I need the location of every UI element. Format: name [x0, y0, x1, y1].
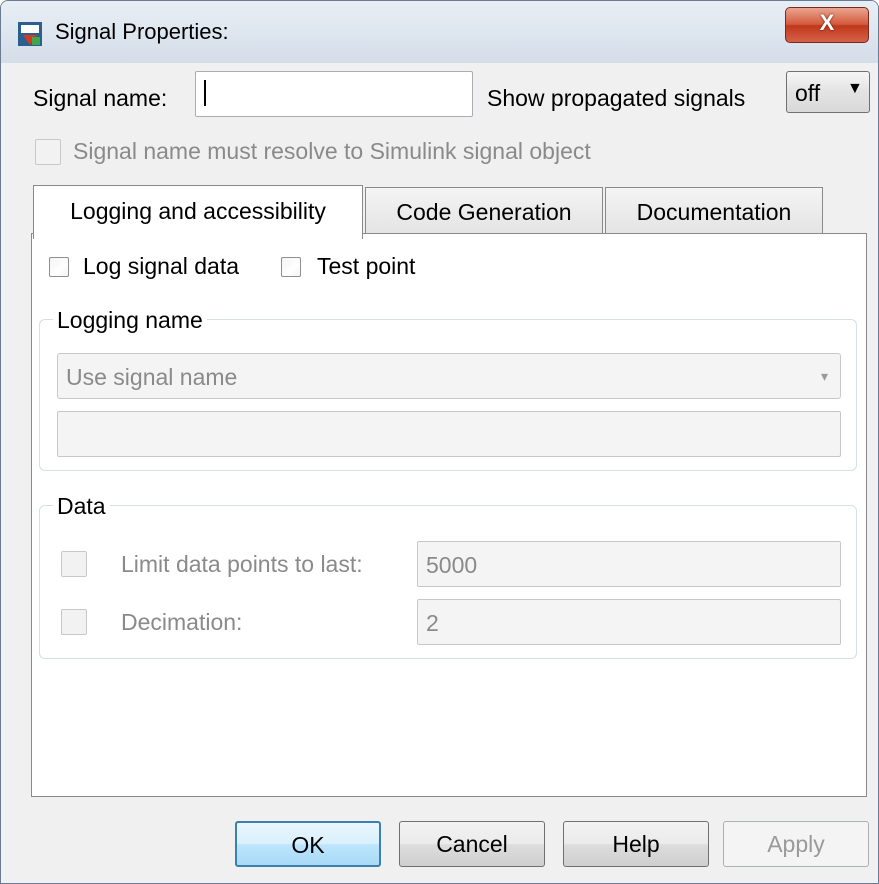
- show-propagated-select[interactable]: off ▼: [786, 71, 870, 113]
- chevron-down-icon: ▼: [847, 80, 863, 97]
- window-title: Signal Properties:: [55, 19, 229, 44]
- logging-name-mode-value: Use signal name: [66, 364, 238, 390]
- decimation-field[interactable]: 2: [417, 599, 841, 645]
- resolve-signal-object-label: Signal name must resolve to Simulink sig…: [73, 138, 591, 164]
- signal-properties-dialog: Signal Properties: X Signal name: Show p…: [0, 0, 879, 884]
- limit-data-points-label: Limit data points to last:: [121, 551, 363, 577]
- signal-name-input[interactable]: [195, 71, 473, 117]
- logging-name-group-label: Logging name: [53, 307, 207, 334]
- simulink-app-icon: [18, 22, 42, 46]
- limit-data-points-checkbox[interactable]: [61, 551, 87, 577]
- show-propagated-value: off: [795, 80, 821, 106]
- log-signal-data-label: Log signal data: [83, 253, 240, 279]
- limit-data-points-field[interactable]: 5000: [417, 541, 841, 587]
- decimation-checkbox[interactable]: [61, 609, 87, 635]
- data-group-label: Data: [53, 493, 110, 520]
- ok-button[interactable]: OK: [235, 821, 381, 867]
- help-button[interactable]: Help: [563, 821, 709, 867]
- decimation-label: Decimation:: [121, 609, 243, 635]
- test-point-label: Test point: [317, 253, 416, 279]
- logging-name-field[interactable]: [57, 411, 841, 457]
- text-caret: [204, 80, 206, 106]
- signal-name-label: Signal name:: [33, 85, 168, 111]
- logging-name-mode-select[interactable]: Use signal name ▾: [57, 353, 841, 399]
- title-bar[interactable]: Signal Properties: X: [1, 1, 878, 63]
- tab-logging-and-accessibility[interactable]: Logging and accessibility: [33, 185, 363, 239]
- close-icon: X: [819, 10, 835, 35]
- cancel-button[interactable]: Cancel: [399, 821, 545, 867]
- close-button[interactable]: X: [785, 7, 869, 43]
- tab-code-generation[interactable]: Code Generation: [365, 187, 603, 233]
- tab-documentation[interactable]: Documentation: [605, 187, 823, 233]
- apply-button[interactable]: Apply: [723, 821, 869, 867]
- log-signal-data-checkbox[interactable]: [49, 257, 69, 277]
- show-propagated-label: Show propagated signals: [487, 85, 746, 111]
- test-point-checkbox[interactable]: [281, 257, 301, 277]
- chevron-down-icon: ▾: [820, 368, 828, 384]
- resolve-signal-object-checkbox[interactable]: [35, 139, 61, 165]
